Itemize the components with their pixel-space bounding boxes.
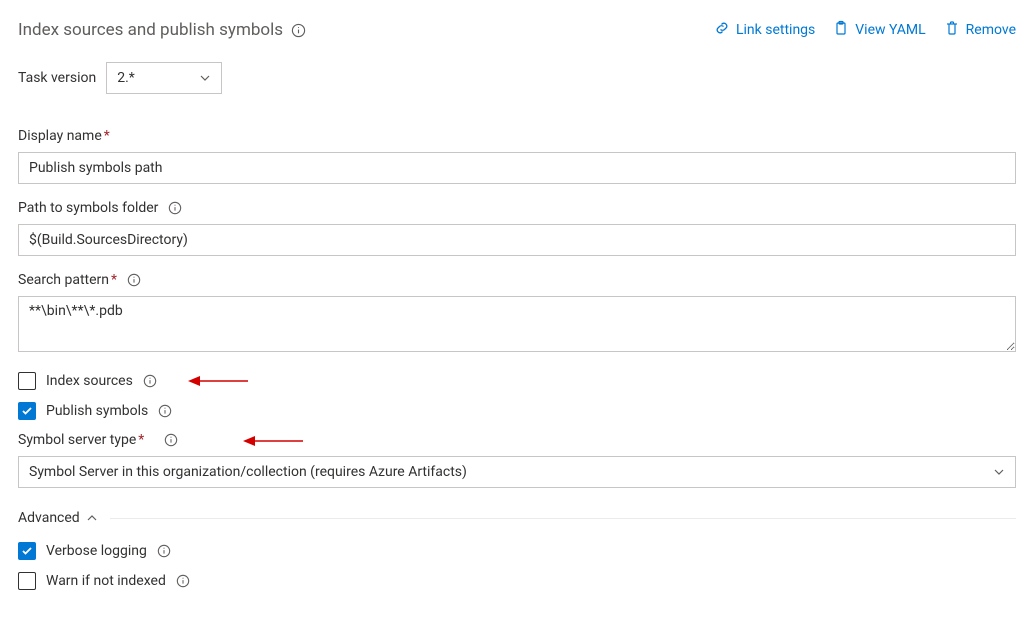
info-icon[interactable]	[291, 23, 306, 38]
required-marker: *	[111, 272, 117, 288]
warn-if-not-indexed-checkbox[interactable]	[18, 572, 36, 590]
verbose-logging-checkbox[interactable]	[18, 542, 36, 560]
arrow-annotation	[243, 433, 303, 453]
symbol-server-type-value: Symbol Server in this organization/colle…	[29, 464, 467, 480]
clipboard-icon	[833, 20, 849, 40]
divider	[110, 518, 1016, 519]
search-pattern-input[interactable]	[18, 296, 1016, 352]
advanced-section-toggle[interactable]: Advanced	[18, 510, 1016, 526]
link-settings-label: Link settings	[736, 22, 815, 38]
symbol-server-type-select[interactable]: Symbol Server in this organization/colle…	[18, 456, 1016, 488]
info-icon[interactable]	[158, 404, 172, 418]
verbose-logging-label: Verbose logging	[46, 543, 147, 559]
index-sources-checkbox[interactable]	[18, 372, 36, 390]
index-sources-label: Index sources	[46, 373, 133, 389]
advanced-title: Advanced	[18, 510, 80, 526]
required-marker: *	[104, 128, 110, 144]
link-icon	[714, 20, 730, 40]
info-icon[interactable]	[164, 433, 178, 447]
link-settings-button[interactable]: Link settings	[714, 20, 815, 40]
publish-symbols-checkbox[interactable]	[18, 402, 36, 420]
info-icon[interactable]	[143, 374, 157, 388]
task-version-label: Task version	[18, 70, 96, 86]
info-icon[interactable]	[127, 273, 141, 287]
view-yaml-button[interactable]: View YAML	[833, 20, 925, 40]
search-pattern-label: Search pattern*	[18, 272, 117, 288]
page-title: Index sources and publish symbols	[18, 20, 283, 40]
chevron-up-icon	[86, 512, 98, 524]
arrow-annotation	[188, 373, 248, 393]
display-name-label: Display name*	[18, 128, 110, 144]
remove-label: Remove	[966, 22, 1016, 38]
info-icon[interactable]	[168, 201, 182, 215]
display-name-input[interactable]	[18, 152, 1016, 184]
chevron-down-icon	[993, 466, 1005, 478]
path-to-symbols-input[interactable]	[18, 224, 1016, 256]
task-version-value: 2.*	[117, 70, 135, 86]
chevron-down-icon	[199, 72, 211, 84]
view-yaml-label: View YAML	[855, 22, 925, 38]
info-icon[interactable]	[176, 574, 190, 588]
publish-symbols-label: Publish symbols	[46, 403, 148, 419]
required-marker: *	[138, 432, 144, 448]
path-to-symbols-label: Path to symbols folder	[18, 200, 158, 216]
trash-icon	[944, 20, 960, 40]
symbol-server-type-label: Symbol server type*	[18, 432, 144, 448]
task-version-select[interactable]: 2.*	[106, 62, 222, 94]
info-icon[interactable]	[157, 544, 171, 558]
remove-button[interactable]: Remove	[944, 20, 1016, 40]
warn-if-not-indexed-label: Warn if not indexed	[46, 573, 166, 589]
